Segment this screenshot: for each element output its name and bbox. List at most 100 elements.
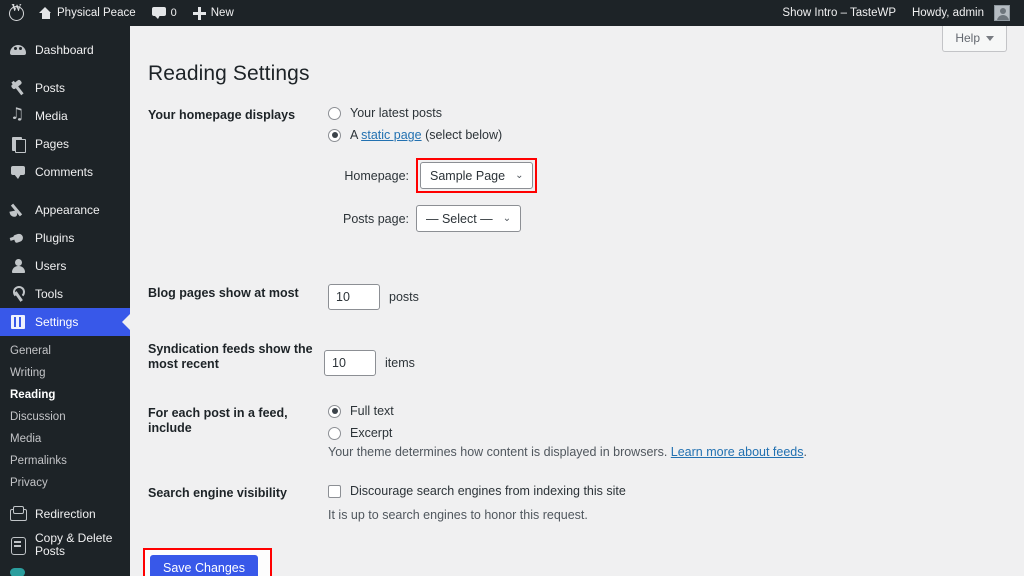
sidebar-item-copy-delete-posts[interactable]: Copy & Delete Posts: [0, 528, 130, 562]
home-icon: [39, 7, 52, 19]
submenu-item-label: Discussion: [10, 411, 66, 423]
sidebar-item-appearance[interactable]: Appearance: [0, 196, 130, 224]
posts-page-select-row: Posts page: — Select — ⌄: [328, 205, 998, 232]
sidebar-item-partial[interactable]: [0, 562, 130, 576]
sidebar-item-dashboard[interactable]: Dashboard: [0, 36, 130, 64]
row-feed-include: For each post in a feed, include Full te…: [148, 404, 998, 459]
show-intro-label: Show Intro – TasteWP: [782, 7, 896, 19]
posts-page-select-label: Posts page:: [342, 211, 409, 226]
sidebar-item-label: Dashboard: [35, 43, 94, 57]
submit-row: Save Changes: [143, 548, 998, 576]
sidebar-item-tools[interactable]: Tools: [0, 280, 130, 308]
radio-label: Your latest posts: [350, 106, 442, 120]
plugin-icon: [10, 565, 26, 576]
help-button[interactable]: Help: [942, 26, 1007, 52]
sidebar-item-comments[interactable]: Comments: [0, 158, 130, 186]
sidebar-item-label: Posts: [35, 81, 66, 95]
howdy-label: Howdy, admin: [911, 7, 984, 19]
sidebar-item-label: Media: [35, 109, 68, 123]
row-search-visibility: Search engine visibility Discourage sear…: [148, 484, 998, 522]
sidebar-item-label: Pages: [35, 137, 70, 151]
homepage-select-highlight: Sample Page ⌄: [416, 158, 538, 193]
submenu-item-label: Permalinks: [10, 455, 67, 467]
wordpress-logo-icon: [9, 3, 24, 21]
checkbox-input[interactable]: [328, 484, 341, 498]
radio-label: Excerpt: [350, 426, 393, 440]
new-content-button[interactable]: New: [185, 0, 242, 26]
submenu-item-label: General: [10, 345, 51, 357]
main-content: Help Reading Settings Your homepage disp…: [130, 26, 1024, 576]
sidebar-item-pages[interactable]: Pages: [0, 130, 130, 158]
submenu-item-label: Writing: [10, 367, 46, 379]
sidebar-item-redirection[interactable]: Redirection: [0, 500, 130, 528]
radio-input[interactable]: [328, 106, 341, 120]
chevron-down-icon: [986, 35, 994, 41]
sidebar-item-posts[interactable]: Posts: [0, 74, 130, 102]
comment-count: 0: [170, 7, 177, 19]
submenu-item-general[interactable]: General: [0, 340, 130, 362]
submenu-item-discussion[interactable]: Discussion: [0, 406, 130, 428]
comments-bubble-button[interactable]: 0: [144, 0, 185, 26]
row-field: Discourage search engines from indexing …: [328, 484, 998, 522]
homepage-select-label: Homepage:: [344, 168, 409, 183]
row-label: Your homepage displays: [148, 108, 296, 122]
radio-input[interactable]: [328, 426, 341, 440]
avatar: [994, 5, 1010, 21]
posts-page-select[interactable]: — Select — ⌄: [416, 205, 522, 232]
reading-settings-form: Your homepage displays Your latest posts…: [143, 106, 998, 576]
wordpress-logo-button[interactable]: [0, 0, 31, 26]
site-name-button[interactable]: Physical Peace: [31, 0, 144, 26]
radio-label: Full text: [350, 404, 394, 418]
chevron-down-icon: ⌄: [502, 213, 512, 224]
radio-full-text[interactable]: Full text: [328, 404, 998, 418]
sidebar-item-settings[interactable]: Settings: [0, 308, 130, 336]
radio-static-page[interactable]: A static page (select below): [328, 128, 998, 142]
submenu-item-privacy[interactable]: Privacy: [0, 472, 130, 494]
radio-excerpt[interactable]: Excerpt: [328, 426, 998, 440]
radio-input[interactable]: [328, 404, 341, 418]
new-label: New: [210, 7, 234, 19]
redirection-icon: [10, 506, 27, 522]
homepage-select-row: Homepage: Sample Page ⌄: [328, 158, 998, 193]
submenu-item-permalinks[interactable]: Permalinks: [0, 450, 130, 472]
row-label: Search engine visibility: [148, 486, 287, 500]
sidebar-item-media[interactable]: Media: [0, 102, 130, 130]
search-visibility-help-text: It is up to search engines to honor this…: [328, 508, 588, 522]
admin-bar-right: Show Intro – TasteWP Howdy, admin: [774, 0, 1024, 26]
feed-help-text: Your theme determines how content is dis…: [328, 445, 998, 459]
account-menu[interactable]: Howdy, admin: [904, 0, 1018, 26]
feed-help-suffix: .: [803, 445, 807, 459]
static-page-link[interactable]: static page: [361, 128, 421, 142]
save-button[interactable]: Save Changes: [150, 555, 259, 576]
posts-page-select-value: — Select —: [426, 211, 493, 226]
show-intro-button[interactable]: Show Intro – TasteWP: [774, 0, 904, 26]
sidebar-item-label: Appearance: [35, 203, 100, 217]
row-label: Blog pages show at most: [148, 286, 299, 300]
page-title: Reading Settings: [148, 62, 310, 85]
homepage-select-value: Sample Page: [430, 168, 506, 183]
submenu-item-writing[interactable]: Writing: [0, 362, 130, 384]
syndication-input[interactable]: 10: [324, 350, 376, 376]
static-prefix: A: [350, 128, 362, 142]
row-field: Full text Excerpt Your theme determines …: [328, 404, 998, 459]
row-label: For each post in a feed, include: [148, 406, 288, 435]
radio-input[interactable]: [328, 128, 341, 142]
submenu-item-reading[interactable]: Reading: [0, 384, 130, 406]
sidebar-item-label: Settings: [35, 315, 79, 329]
submenu-item-media[interactable]: Media: [0, 428, 130, 450]
blog-pages-input[interactable]: 10: [328, 284, 380, 310]
homepage-select[interactable]: Sample Page ⌄: [420, 162, 534, 189]
tools-wrench-icon: [10, 286, 26, 302]
blog-pages-unit: posts: [389, 290, 419, 304]
chevron-down-icon: ⌄: [515, 170, 524, 181]
settings-submenu: General Writing Reading Discussion Media…: [0, 336, 130, 500]
sidebar-item-users[interactable]: Users: [0, 252, 130, 280]
radio-latest-posts[interactable]: Your latest posts: [328, 106, 998, 120]
sidebar-item-plugins[interactable]: Plugins: [0, 224, 130, 252]
checkbox-discourage-search[interactable]: Discourage search engines from indexing …: [328, 484, 998, 498]
static-suffix: (select below): [421, 128, 503, 142]
help-label: Help: [955, 31, 980, 45]
learn-more-feeds-link[interactable]: Learn more about feeds: [671, 445, 804, 459]
sidebar-item-label: Redirection: [35, 507, 96, 521]
site-name-label: Physical Peace: [57, 7, 136, 19]
